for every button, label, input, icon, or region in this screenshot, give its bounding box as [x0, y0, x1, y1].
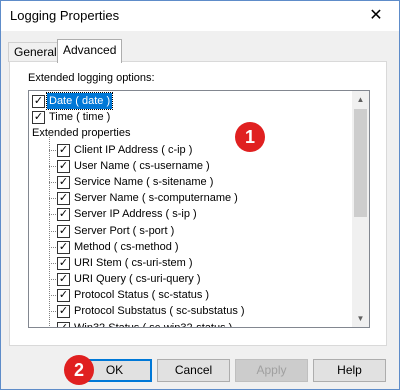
tree-branch-line — [49, 149, 56, 151]
tree-branch-line — [49, 165, 56, 167]
checkbox[interactable]: ✓ — [57, 256, 70, 270]
checkbox[interactable]: ✓ — [57, 159, 70, 173]
tree-item-label: Time ( time ) — [49, 111, 111, 124]
tree-item[interactable]: ✓ URI Stem ( cs-uri-stem ) — [29, 255, 351, 271]
tree-branch-line — [49, 311, 56, 313]
annotation-badge-2: 2 — [64, 355, 94, 385]
tree-item-label: User Name ( cs-username ) — [74, 159, 210, 172]
extended-logging-options-label: Extended logging options: — [28, 72, 155, 84]
tree-branch-line — [49, 198, 56, 200]
window-title: Logging Properties — [10, 8, 120, 23]
tree-item[interactable]: ✓ URI Query ( cs-uri-query ) — [29, 271, 351, 287]
tree-item[interactable]: ✓ User Name ( cs-username ) — [29, 158, 351, 174]
options-tree: ✓ Date ( date ) ✓ Time ( time ) Extended pro… — [29, 92, 351, 328]
tab-advanced[interactable]: Advanced — [57, 39, 123, 63]
tree-item[interactable]: Extended properties — [29, 125, 351, 141]
title-bar: Logging Properties ✕ — [1, 1, 399, 31]
tree-branch-line — [49, 181, 56, 183]
tree-item-label: URI Query ( cs-uri-query ) — [74, 273, 201, 286]
tree-branch-line — [49, 246, 56, 248]
tree-item[interactable]: ✓ Protocol Status ( sc-status ) — [29, 287, 351, 303]
tree-item-label: Server Port ( s-port ) — [74, 224, 175, 237]
tree-branch-line — [49, 279, 56, 281]
tree-branch-line — [49, 262, 56, 264]
advanced-tab-panel: Extended logging options: ✓ Date ( date )… — [9, 61, 387, 346]
scroll-up-arrow-icon[interactable]: ▲ — [352, 91, 369, 108]
tree-item-label: Win32 Status ( sc-win32-status ) — [74, 321, 233, 328]
tree-item-label: Date ( date ) — [45, 92, 114, 110]
tree-branch-line — [49, 230, 56, 232]
tree-item[interactable]: ✓ Client IP Address ( c-ip ) — [29, 142, 351, 158]
tree-item-label: Protocol Status ( sc-status ) — [74, 289, 210, 302]
tree-item[interactable]: ✓ Method ( cs-method ) — [29, 239, 351, 255]
checkbox[interactable]: ✓ — [57, 305, 70, 319]
apply-button[interactable]: Apply — [235, 359, 308, 382]
tree-item-label: Method ( cs-method ) — [74, 240, 179, 253]
logging-properties-dialog: Logging Properties ✕ General Advanced Ex… — [0, 0, 400, 390]
tree-item-label: Protocol Substatus ( sc-substatus ) — [74, 305, 245, 318]
tree-item[interactable]: ✓ Time ( time ) — [29, 109, 351, 125]
tree-item-label: Extended properties — [32, 127, 131, 140]
tree-item-label: URI Stem ( cs-uri-stem ) — [74, 256, 193, 269]
tree-item-label: Server Name ( s-computername ) — [74, 192, 238, 205]
tree-item-label: Client IP Address ( c-ip ) — [74, 143, 193, 156]
checkbox[interactable]: ✓ — [57, 175, 70, 189]
tree-item-label: Service Name ( s-sitename ) — [74, 175, 214, 188]
vertical-scrollbar[interactable]: ▲ ▼ — [352, 91, 369, 327]
checkbox[interactable]: ✓ — [57, 143, 70, 157]
tree-item[interactable]: ✓ Date ( date ) — [29, 92, 351, 110]
tree-branch-line — [49, 295, 56, 297]
tree-item[interactable]: ✓ Service Name ( s-sitename ) — [29, 174, 351, 190]
checkbox[interactable]: ✓ — [32, 95, 45, 108]
checkbox[interactable]: ✓ — [32, 111, 45, 125]
tree-item[interactable]: ✓ Protocol Substatus ( sc-substatus ) — [29, 303, 351, 319]
tree-item-label: Server IP Address ( s-ip ) — [74, 208, 197, 221]
tree-item[interactable]: ✓ Server Port ( s-port ) — [29, 223, 351, 239]
tab-general[interactable]: General — [8, 42, 63, 62]
checkbox[interactable]: ✓ — [57, 208, 70, 222]
tree-item[interactable]: ✓ Win32 Status ( sc-win32-status ) — [29, 320, 351, 328]
tree-item[interactable]: ✓ Server IP Address ( s-ip ) — [29, 206, 351, 222]
scroll-down-arrow-icon[interactable]: ▼ — [352, 310, 369, 327]
close-icon[interactable]: ✕ — [353, 1, 399, 31]
checkbox[interactable]: ✓ — [57, 321, 70, 327]
extended-logging-options-list[interactable]: ✓ Date ( date ) ✓ Time ( time ) Extended pro… — [28, 90, 370, 328]
scrollbar-thumb[interactable] — [354, 109, 367, 217]
cancel-button[interactable]: Cancel — [157, 359, 230, 382]
tree-item[interactable]: ✓ Server Name ( s-computername ) — [29, 190, 351, 206]
tree-branch-line — [49, 214, 56, 216]
tree-connector-line — [49, 134, 50, 327]
checkbox[interactable]: ✓ — [57, 192, 70, 206]
checkbox[interactable]: ✓ — [57, 289, 70, 303]
checkbox[interactable]: ✓ — [57, 240, 70, 254]
checkbox[interactable]: ✓ — [57, 273, 70, 287]
annotation-badge-1: 1 — [235, 122, 265, 152]
help-button[interactable]: Help — [313, 359, 386, 382]
checkbox[interactable]: ✓ — [57, 224, 70, 238]
